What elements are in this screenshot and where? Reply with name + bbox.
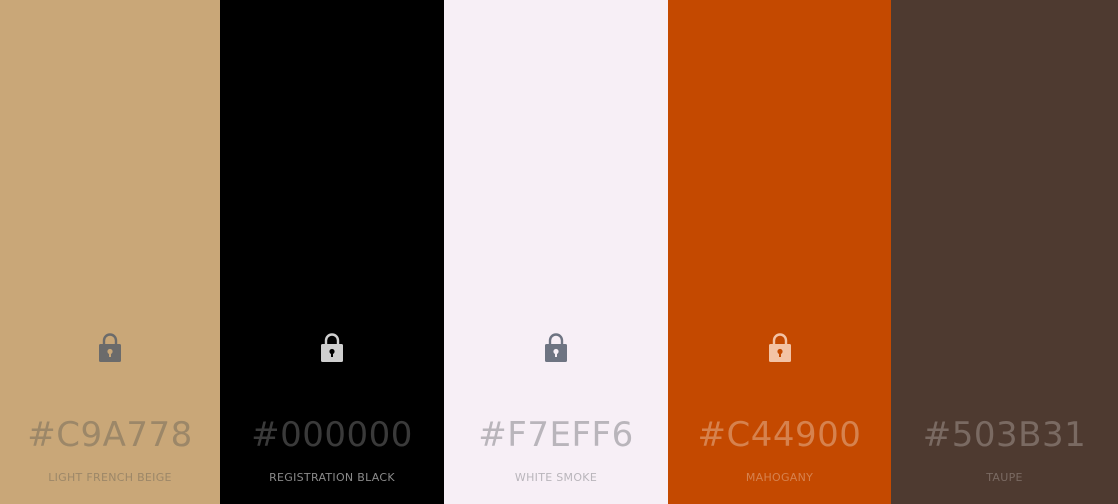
color-name: LIGHT FRENCH BEIGE (48, 471, 172, 484)
color-name: MAHOGANY (745, 471, 814, 484)
hex-code[interactable]: #503B31 (891, 414, 1118, 456)
color-name: WHITE SMOKE (514, 471, 598, 484)
swatch-taupe[interactable]: #503B31 TAUPE (891, 0, 1118, 504)
color-palette: #C9A778 LIGHT FRENCH BEIGE #000000 REGIS… (0, 0, 1118, 504)
hex-code[interactable]: #C9A778 (0, 414, 220, 456)
hex-code[interactable]: #C44900 (668, 414, 891, 456)
lock-icon[interactable] (319, 331, 345, 363)
lock-icon[interactable] (767, 331, 793, 363)
lock-icon[interactable] (543, 331, 569, 363)
swatch-mahogany[interactable]: #C44900 MAHOGANY (668, 0, 891, 504)
lock-icon[interactable] (97, 331, 123, 363)
hex-code[interactable]: #000000 (220, 414, 444, 456)
color-name: TAUPE (986, 471, 1023, 484)
hex-code[interactable]: #F7EFF6 (444, 414, 668, 456)
swatch-white-smoke[interactable]: #F7EFF6 WHITE SMOKE (444, 0, 668, 504)
swatch-light-french-beige[interactable]: #C9A778 LIGHT FRENCH BEIGE (0, 0, 220, 504)
swatch-registration-black[interactable]: #000000 REGISTRATION BLACK (220, 0, 444, 504)
color-name: REGISTRATION BLACK (269, 471, 395, 484)
